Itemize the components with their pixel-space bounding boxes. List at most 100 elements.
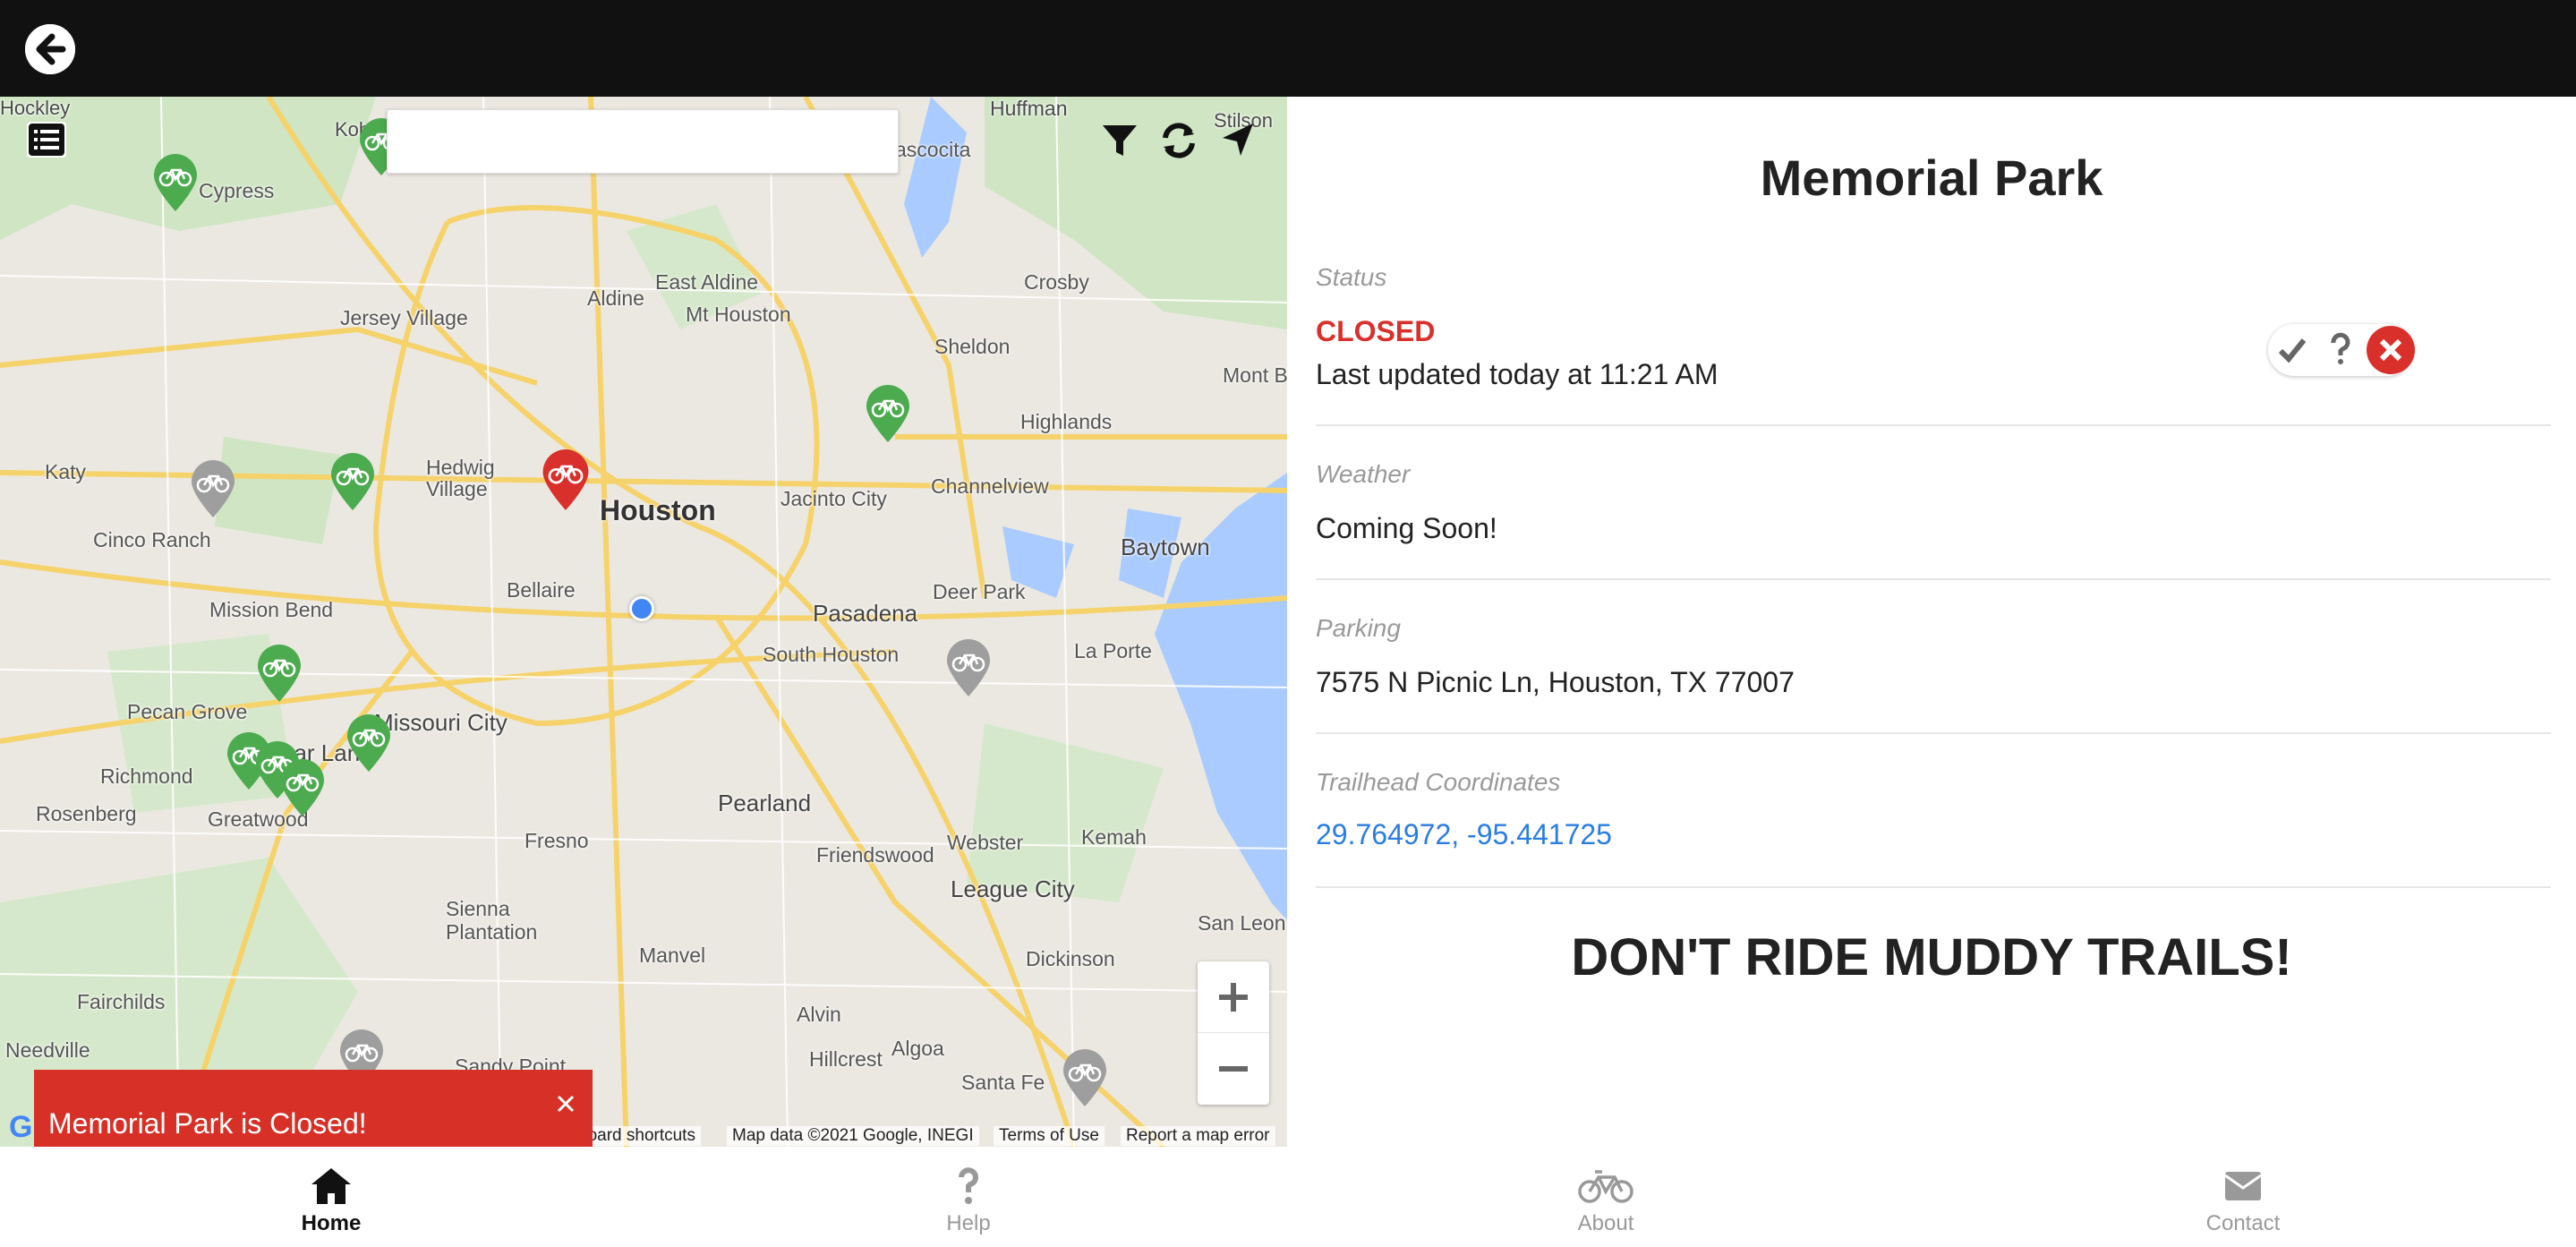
map-label: Hillcrest [809, 1047, 883, 1071]
map-label: Crosby [1024, 270, 1089, 294]
trail-list-button[interactable] [27, 122, 66, 158]
bottom-navigation: Home Help About Contact [0, 1147, 2576, 1247]
map-label: Algoa [891, 1037, 944, 1060]
map-label: Cypress [199, 179, 275, 202]
vote-closed-button[interactable] [2365, 324, 2415, 376]
filter-button[interactable] [1096, 116, 1144, 165]
zoom-control [1198, 961, 1269, 1105]
map-label: Richmond [100, 764, 193, 788]
map-label: Deer Park [933, 580, 1026, 603]
trail-pin-open[interactable] [279, 759, 326, 818]
nav-contact-label: Contact [2205, 1211, 2281, 1235]
map-label: Kemah [1081, 825, 1147, 849]
divider [1316, 424, 2551, 426]
map-data-attribution: Map data ©2021 Google, INEGI [727, 1126, 979, 1146]
park-title: Memorial Park [1760, 149, 2103, 206]
map-label: Jacinto City [780, 487, 887, 510]
weather-label: Weather [1316, 460, 1411, 488]
map-label: ascocita [895, 138, 971, 161]
location-arrow-icon [1223, 124, 1253, 156]
nav-contact[interactable]: Contact [2109, 1147, 2377, 1247]
map-label: League City [951, 875, 1075, 902]
divider [1316, 732, 2551, 734]
map-label: San Leon [1198, 911, 1286, 935]
minus-icon [1219, 1066, 1248, 1072]
map-label: Huffman [990, 97, 1068, 120]
zoom-in-button[interactable] [1198, 961, 1269, 1033]
map-label: Manvel [639, 944, 706, 967]
trail-pin-open[interactable] [152, 154, 199, 213]
map-label: Hockley [0, 97, 71, 119]
map-label: Rosenberg [36, 802, 137, 825]
nav-about[interactable]: About [1471, 1147, 1740, 1247]
map-search-input[interactable] [387, 109, 899, 174]
status-vote-toggle [2268, 324, 2415, 376]
map-label: Baytown [1121, 534, 1210, 560]
trail-pin-unknown[interactable] [1062, 1049, 1108, 1108]
zoom-out-button[interactable] [1198, 1033, 1269, 1105]
map-label: Needville [5, 1038, 90, 1062]
map-label: Katy [45, 460, 87, 483]
nav-home[interactable]: Home [197, 1147, 465, 1247]
coordinates-label: Trailhead Coordinates [1316, 768, 1561, 796]
map-label: Channelview [931, 474, 1049, 498]
trail-pin-unknown[interactable] [190, 460, 236, 519]
trail-pin-open[interactable] [345, 714, 392, 773]
status-label: Status [1316, 263, 1387, 291]
app-header [0, 0, 2576, 97]
envelope-icon [2224, 1172, 2262, 1200]
report-map-error-link[interactable]: Report a map error [1121, 1126, 1275, 1146]
trail-detail-panel: Memorial Park Status CLOSED Last updated… [1287, 97, 2576, 1147]
vote-unknown-button[interactable] [2316, 324, 2365, 376]
toast-close-button[interactable] [551, 1089, 580, 1118]
vote-open-button[interactable] [2268, 324, 2316, 376]
map-label: Webster [947, 831, 1024, 854]
map-label: Missouri City [374, 709, 508, 736]
trailhead-coordinates-link[interactable]: 29.764972, -95.441725 [1316, 818, 1612, 851]
back-button[interactable] [25, 24, 75, 74]
map-label: Sheldon [934, 335, 1011, 358]
refresh-button[interactable] [1155, 116, 1203, 165]
toast-message: Memorial Park is Closed! [48, 1107, 367, 1140]
map-label: Cinco Ranch [93, 528, 211, 551]
map-label: Pearland [718, 790, 812, 816]
muddy-trails-warning: DON'T RIDE MUDDY TRAILS! [1571, 928, 2292, 986]
map-view[interactable]: Hockley Koh Huffman Stilson Cypress asco… [0, 97, 1287, 1147]
map-label: Pecan Grove [127, 700, 248, 723]
divider [1316, 886, 2551, 888]
terms-link[interactable]: Terms of Use [994, 1126, 1105, 1146]
map-label: Mt Houston [686, 303, 791, 326]
question-icon [2331, 332, 2350, 364]
map-label: Santa Fe [961, 1071, 1045, 1094]
nav-home-label: Home [301, 1211, 362, 1235]
weather-value: Coming Soon! [1316, 512, 1497, 544]
map-label: La Porte [1074, 639, 1152, 662]
map-label: Highlands [1020, 410, 1113, 433]
trail-pin-open[interactable] [865, 385, 911, 444]
trail-pin-unknown[interactable] [945, 639, 992, 698]
nav-help-label: Help [946, 1211, 991, 1235]
nav-help[interactable]: Help [834, 1147, 1103, 1247]
trail-pin-open[interactable] [329, 453, 376, 512]
refresh-icon [1163, 123, 1195, 158]
map-label: Friendswood [816, 843, 934, 867]
map-label: Fairchilds [77, 990, 166, 1013]
map-label: Pasadena [813, 600, 918, 627]
my-location-button[interactable] [1214, 116, 1262, 165]
map-label: Hedwig Village [426, 456, 495, 500]
trail-pin-open[interactable] [256, 645, 303, 704]
map-label: Mission Bend [209, 598, 334, 621]
status-value: CLOSED [1316, 315, 1436, 347]
close-icon [557, 1095, 575, 1113]
map-label: Bellaire [507, 578, 576, 602]
current-location-dot [629, 596, 654, 621]
nav-about-label: About [1577, 1211, 1634, 1235]
last-updated-text: Last updated today at 11:21 AM [1316, 358, 1719, 390]
divider [1316, 578, 2551, 580]
home-icon [311, 1168, 351, 1204]
trail-pin-closed-memorial-park[interactable] [541, 449, 591, 512]
check-icon [2278, 338, 2307, 363]
map-tiles [0, 97, 1287, 1147]
arrow-left-circle-icon [25, 24, 75, 74]
map-label: Dickinson [1026, 947, 1115, 970]
